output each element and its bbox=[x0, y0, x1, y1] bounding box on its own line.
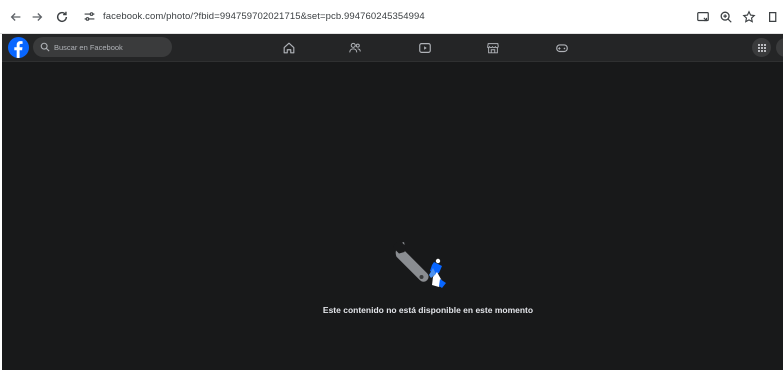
search-icon bbox=[40, 42, 51, 53]
unavailable-message: Este contenido no está disponible en est… bbox=[322, 305, 534, 315]
home-icon bbox=[283, 42, 295, 54]
video-icon bbox=[419, 43, 431, 53]
star-icon bbox=[742, 10, 756, 23]
side-panel-button[interactable] bbox=[764, 7, 783, 27]
cast-icon bbox=[697, 12, 709, 22]
browser-toolbar: facebook.com/photo/?fbid=994759702021715… bbox=[0, 0, 783, 34]
arrow-right-icon bbox=[32, 13, 43, 21]
nav-video[interactable] bbox=[416, 39, 434, 57]
sidepanel-icon bbox=[769, 12, 777, 22]
reload-button[interactable] bbox=[52, 7, 72, 27]
zoom-icon bbox=[720, 11, 732, 23]
url-text[interactable]: facebook.com/photo/?fbid=994759702021715… bbox=[103, 11, 425, 22]
broken-wrench-icon bbox=[393, 240, 446, 288]
cast-button[interactable] bbox=[693, 7, 713, 27]
grid-menu-icon bbox=[757, 43, 766, 52]
address-bar[interactable]: facebook.com/photo/?fbid=994759702021715… bbox=[78, 4, 678, 29]
nav-marketplace[interactable] bbox=[484, 39, 502, 57]
facebook-header bbox=[2, 34, 783, 62]
facebook-page: Este contenido no está disponible en est… bbox=[2, 34, 783, 370]
arrow-left-icon bbox=[10, 13, 21, 21]
search-input[interactable] bbox=[54, 42, 169, 52]
marketplace-icon bbox=[487, 43, 499, 54]
nav-home[interactable] bbox=[280, 39, 298, 57]
menu-button[interactable] bbox=[752, 38, 771, 57]
tune-icon bbox=[84, 12, 94, 21]
gaming-icon bbox=[556, 44, 568, 53]
forward-button[interactable] bbox=[27, 7, 47, 27]
back-button[interactable] bbox=[6, 7, 26, 27]
nav-friends[interactable] bbox=[346, 39, 364, 57]
reload-icon bbox=[56, 11, 68, 23]
facebook-logo[interactable] bbox=[8, 37, 29, 58]
search-box[interactable] bbox=[33, 37, 172, 57]
facebook-f-icon bbox=[14, 41, 23, 58]
account-button[interactable] bbox=[776, 38, 783, 57]
site-info-button[interactable] bbox=[78, 6, 100, 28]
friends-icon bbox=[349, 42, 361, 53]
nav-gaming[interactable] bbox=[553, 39, 571, 57]
bookmark-button[interactable] bbox=[739, 7, 759, 27]
zoom-button[interactable] bbox=[716, 7, 736, 27]
